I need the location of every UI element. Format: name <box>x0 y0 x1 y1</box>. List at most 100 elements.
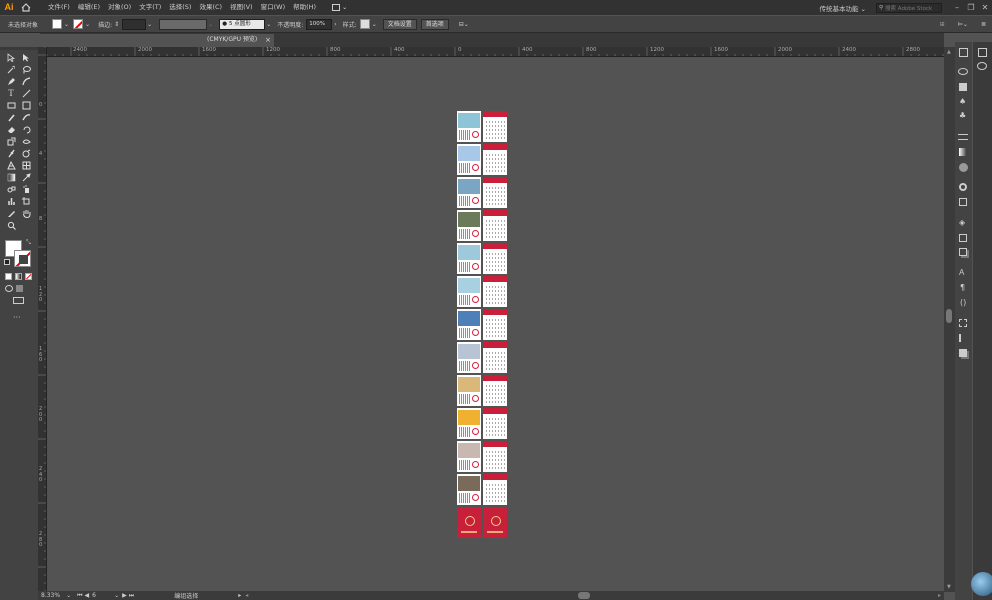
scale-tool-icon[interactable] <box>4 135 18 147</box>
restore-button[interactable]: ❐ <box>964 0 978 15</box>
calendar-photo-page[interactable] <box>457 243 481 274</box>
calendar-grid-page[interactable] <box>483 309 507 340</box>
properties-icon[interactable] <box>959 48 968 57</box>
stroke-color-box[interactable] <box>14 250 31 267</box>
scroll-down-icon[interactable]: ▼ <box>947 584 951 590</box>
line-tool-icon[interactable] <box>19 87 33 99</box>
next-artboard-icon[interactable]: ▶ <box>122 592 127 599</box>
stroke-panel-icon[interactable] <box>958 134 968 140</box>
align-icon[interactable] <box>959 334 967 342</box>
stroke-stepper[interactable]: ⇕ <box>114 21 119 28</box>
zoom-tool-icon[interactable] <box>4 219 18 231</box>
paintbrush-tool-icon[interactable] <box>4 111 18 123</box>
menu-view[interactable]: 视图(V) <box>226 0 257 15</box>
width-tool-icon[interactable] <box>19 135 33 147</box>
color-guide-icon[interactable] <box>978 48 987 57</box>
align-menu-icon[interactable]: ⊨⌄ <box>958 21 968 28</box>
document-setup-button[interactable]: 文档设置 <box>382 18 417 30</box>
symbols-icon[interactable]: ♣ <box>959 111 966 120</box>
brushes-icon[interactable]: ♠ <box>959 97 966 106</box>
character-icon[interactable]: A <box>959 268 964 277</box>
scroll-right-icon[interactable]: ▸ <box>938 592 941 599</box>
edit-toolbar-icon[interactable]: ··· <box>13 313 21 322</box>
scroll-up-icon[interactable]: ▲ <box>947 49 951 55</box>
export-icon[interactable] <box>959 234 967 242</box>
none-mode-icon[interactable] <box>25 273 32 280</box>
style-dropdown[interactable]: ⌄ <box>372 21 377 28</box>
artboard-tool-icon[interactable] <box>19 195 33 207</box>
perspective-grid-tool-icon[interactable] <box>4 159 18 171</box>
home-icon[interactable] <box>18 0 34 15</box>
opentype-icon[interactable]: () <box>960 298 966 307</box>
eraser-tool-icon[interactable] <box>4 123 18 135</box>
gradient-tool-icon[interactable] <box>4 171 18 183</box>
screen-mode-icon[interactable] <box>13 297 24 304</box>
close-tab-icon[interactable]: × <box>265 34 271 46</box>
zoom-level[interactable]: 8.33% <box>41 592 60 599</box>
calendar-photo-page[interactable] <box>457 210 481 241</box>
calendar-photo-page[interactable] <box>457 144 481 175</box>
layers-icon[interactable]: ◈ <box>959 218 965 227</box>
horizontal-scroll-thumb[interactable] <box>578 592 591 599</box>
artboard-dropdown-icon[interactable]: ⌄ <box>114 592 119 599</box>
calendar-front-cover[interactable] <box>457 507 481 538</box>
shape-builder-tool-icon[interactable] <box>19 147 33 159</box>
curvature-tool-icon[interactable] <box>19 75 33 87</box>
color-mode-icon[interactable] <box>5 273 12 280</box>
workspace-switcher[interactable]: 传统基本功能 ⌄ <box>819 3 866 13</box>
document-tab[interactable]: (CMYK/GPU 预览) × <box>40 34 274 47</box>
selection-tool-icon[interactable] <box>4 51 18 63</box>
calendar-grid-page[interactable] <box>483 243 507 274</box>
stroke-dropdown-icon[interactable]: ⌄ <box>85 21 90 28</box>
calendar-back-cover[interactable] <box>483 507 507 538</box>
stroke-swatch[interactable] <box>73 19 84 29</box>
status-menu-icon[interactable]: ▸ <box>238 592 241 599</box>
opacity-arrow[interactable]: › <box>334 21 336 28</box>
stock-search[interactable]: ⚲ 搜索 Adobe Stock <box>876 2 942 13</box>
calendar-grid-page[interactable] <box>483 408 507 439</box>
calendar-photo-page[interactable] <box>457 177 481 208</box>
cc-libraries-icon[interactable] <box>977 62 987 70</box>
libraries-icon[interactable] <box>958 68 968 75</box>
fill-swatch[interactable] <box>52 19 63 29</box>
first-artboard-icon[interactable]: ⏮ <box>77 592 82 600</box>
fill-dropdown-icon[interactable]: ⌄ <box>64 21 69 28</box>
calendar-photo-page[interactable] <box>457 474 481 505</box>
minimize-button[interactable]: – <box>950 0 964 15</box>
column-graph-tool-icon[interactable] <box>4 195 18 207</box>
arrange-docs-icon[interactable]: ⌄ <box>332 3 350 12</box>
graphic-styles-icon[interactable] <box>959 198 967 206</box>
calendar-grid-page[interactable] <box>483 276 507 307</box>
calendar-grid-page[interactable] <box>483 375 507 406</box>
menu-help[interactable]: 帮助(H) <box>289 0 320 15</box>
lasso-tool-icon[interactable] <box>19 63 33 75</box>
vertical-scrollbar[interactable]: ▲ ▼ <box>944 47 955 592</box>
canvas[interactable] <box>47 57 944 591</box>
panel-menu-icon[interactable]: ≣ <box>981 21 986 28</box>
artboard-number[interactable]: 6 <box>92 592 110 599</box>
variable-width-profile[interactable] <box>159 18 208 30</box>
pen-tool-icon[interactable] <box>4 75 18 87</box>
calendar-grid-page[interactable] <box>483 144 507 175</box>
calendar-grid-page[interactable] <box>483 342 507 373</box>
paragraph-icon[interactable]: ¶ <box>960 283 965 292</box>
calendar-photo-page[interactable] <box>457 375 481 406</box>
calendar-photo-page[interactable] <box>457 408 481 439</box>
symbol-sprayer-tool-icon[interactable] <box>19 183 33 195</box>
menu-effect[interactable]: 效果(C) <box>195 0 226 15</box>
menu-file[interactable]: 文件(F) <box>44 0 74 15</box>
menu-type[interactable]: 文字(T) <box>135 0 165 15</box>
draw-behind-icon[interactable] <box>16 285 23 292</box>
calendar-grid-page[interactable] <box>483 177 507 208</box>
menu-edit[interactable]: 编辑(E) <box>74 0 104 15</box>
stroke-weight-field[interactable] <box>122 18 147 30</box>
calendar-grid-page[interactable] <box>483 474 507 505</box>
menu-window[interactable]: 窗口(W) <box>257 0 290 15</box>
menu-select[interactable]: 选择(S) <box>165 0 195 15</box>
rectangle-tool-icon[interactable] <box>4 99 18 111</box>
blend-tool-icon[interactable] <box>4 183 18 195</box>
calendar-grid-page[interactable] <box>483 210 507 241</box>
transparency-icon[interactable] <box>959 163 968 172</box>
pathfinder-icon[interactable] <box>959 349 967 357</box>
arrange-icon[interactable]: ⊟⌄ <box>459 21 469 28</box>
